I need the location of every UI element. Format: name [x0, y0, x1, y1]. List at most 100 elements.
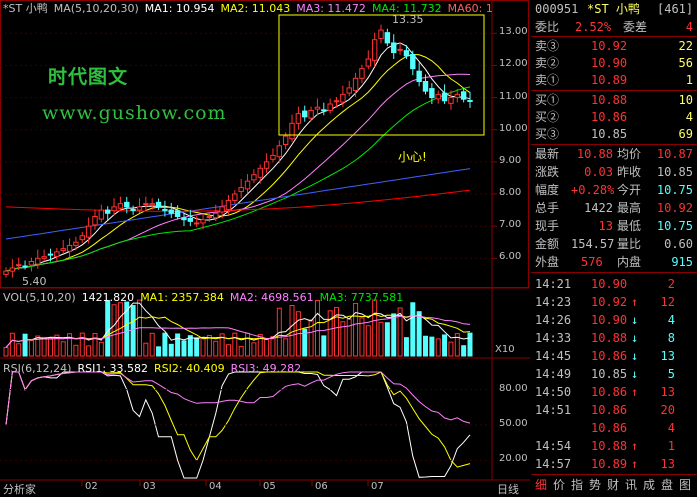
stat-value: 10.85: [656, 165, 693, 179]
candle: [257, 164, 263, 184]
candle: [289, 114, 295, 142]
ma60-value: MA60: 1: [447, 2, 493, 15]
inner-value: 915: [671, 255, 693, 269]
month-tick-label: 05: [263, 481, 276, 492]
volume-bar: [283, 338, 289, 357]
stat-value: 10.87: [656, 147, 693, 161]
stock-code: 000951: [535, 2, 579, 16]
volume-bar: [442, 334, 448, 357]
stat-label: 最新: [535, 147, 560, 161]
volume-bar: [429, 336, 435, 357]
volume-bar: [187, 335, 193, 357]
tick-row: 14:57 10.89 ↑ 13: [531, 456, 697, 472]
candle: [130, 205, 136, 215]
price-tick-label: 12.00: [499, 58, 528, 70]
volume-unit: X10: [495, 344, 515, 355]
volume-bar: [251, 342, 257, 357]
month-tick-label: 02: [85, 481, 98, 492]
up-arrow-icon: ↑: [631, 385, 639, 399]
candle: [435, 90, 441, 104]
quote-tab[interactable]: 细: [535, 477, 547, 493]
volume-bar: [353, 302, 359, 357]
volume-bar: [73, 344, 79, 357]
volume-bar: [105, 300, 111, 357]
candle: [54, 248, 60, 262]
volume-bar: [232, 332, 238, 357]
stat-label: 最低: [617, 219, 642, 233]
stat-row: 金额 154.57 量比 0.60: [531, 236, 697, 252]
stat-value: 0.03: [584, 165, 613, 179]
quote-tab[interactable]: 财: [607, 477, 619, 493]
tick-time: 14:33: [535, 331, 572, 345]
volume-bar: [416, 311, 422, 357]
rsi-title: RSI(6,12,24): [3, 362, 72, 375]
tick-price: 10.89: [591, 457, 628, 471]
volume-bars: [3, 299, 473, 357]
vol-ma1: MA1: 2357.384: [140, 291, 224, 304]
volume-bar: [28, 339, 34, 357]
volume-bar: [168, 343, 174, 357]
ma2-value: MA2: 11.043: [220, 2, 291, 15]
volume-bar: [60, 341, 66, 357]
tick-time: 14:50: [535, 385, 572, 399]
candle: [104, 206, 111, 220]
vol-ma2: MA2: 4698.561: [229, 291, 314, 304]
price-tick-label: 7.00: [499, 219, 522, 231]
volume-bar: [98, 341, 104, 357]
tick-volume: 4: [667, 421, 675, 435]
quote-tab[interactable]: 图: [679, 477, 691, 493]
stat-row: 最新 10.88 均价 10.87: [531, 146, 697, 162]
tick-volume: 2: [667, 277, 675, 291]
stat-label: 均价: [617, 147, 642, 161]
quote-panel: 000951 *ST 小鸭 [461] 委比 2.52% 委差 4 卖③ 10.9…: [531, 0, 697, 495]
stat-label: 量比: [617, 237, 642, 251]
tick-price: 10.90: [591, 277, 628, 291]
candle: [41, 249, 47, 262]
quote-tab[interactable]: 势: [589, 477, 601, 493]
candle: [314, 98, 321, 116]
candle: [460, 87, 467, 103]
price-tick-label: 11.00: [499, 90, 528, 102]
rsi2-line: [5, 371, 471, 468]
volume-bar: [79, 332, 85, 357]
stat-label: 总手: [535, 201, 560, 215]
volume-bar: [22, 333, 28, 357]
tick-volume: 4: [667, 313, 675, 327]
quote-tab[interactable]: 成: [643, 477, 655, 493]
stat-value: 10.92: [656, 201, 693, 215]
kline-chart-area[interactable]: *ST 小鸭 MA(5,10,20,30) MA1: 10.954 MA2: 11.0…: [0, 0, 530, 496]
bid-row: 买① 10.88 10: [531, 92, 697, 108]
bid-volume: 10: [678, 93, 693, 107]
volume-bar: [435, 338, 441, 357]
divider: [531, 90, 697, 91]
bid-volume: 69: [678, 127, 693, 141]
up-arrow-icon: ↑: [631, 457, 639, 471]
candle: [162, 200, 168, 217]
tick-price: 10.86: [591, 349, 628, 363]
quote-tab[interactable]: 指: [571, 477, 583, 493]
outer-value: 576: [581, 255, 603, 269]
ask-row: 卖② 10.90 56: [531, 55, 697, 71]
tick-volume: 13: [660, 457, 675, 471]
bid-label: 买③: [535, 127, 560, 141]
volume-bar: [384, 322, 390, 357]
quote-tab[interactable]: 价: [553, 477, 565, 493]
volume-bar: [225, 344, 231, 357]
volume-bar: [461, 345, 467, 357]
vol-title: VOL(5,10,20): [3, 291, 76, 304]
quote-tab[interactable]: 讯: [625, 477, 637, 493]
tick-price: 10.86: [591, 421, 628, 435]
tick-volume: 13: [660, 349, 675, 363]
month-tick-label: 07: [371, 481, 384, 492]
outer-inner-row: 外盘 576 内盘 915: [531, 254, 697, 270]
tick-price: 10.86: [591, 385, 628, 399]
quote-tab[interactable]: 盘: [661, 477, 673, 493]
candle: [378, 24, 384, 44]
candle: [270, 148, 276, 163]
tick-price: 10.90: [591, 313, 628, 327]
price-tick-label: 8.00: [499, 187, 522, 198]
month-tick-label: 06: [315, 481, 328, 492]
volume-bar: [372, 299, 378, 357]
bid-price: 10.86: [591, 110, 628, 124]
volume-bar: [391, 313, 397, 357]
